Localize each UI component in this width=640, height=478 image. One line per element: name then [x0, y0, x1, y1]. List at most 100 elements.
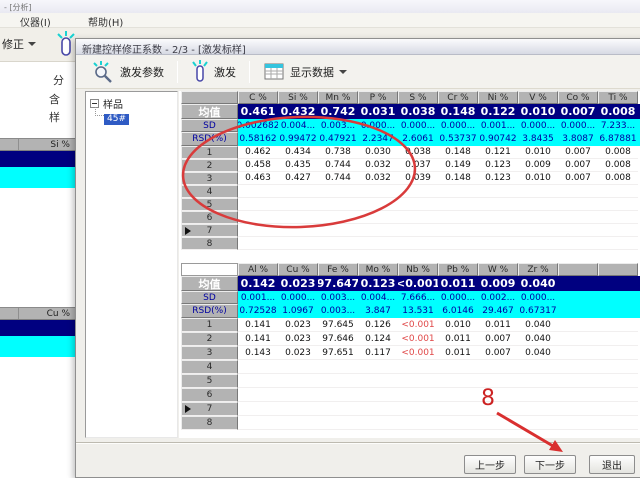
- row-header[interactable]: 6: [181, 211, 238, 224]
- data-cell[interactable]: 0.011: [438, 332, 478, 346]
- data-cell[interactable]: [558, 198, 598, 211]
- row-header-sd[interactable]: SD: [181, 119, 238, 132]
- data-cell[interactable]: [278, 237, 318, 250]
- column-header[interactable]: W %: [478, 263, 518, 276]
- column-header[interactable]: P %: [358, 91, 398, 104]
- row-header-rsd[interactable]: RSD(%): [181, 304, 238, 318]
- data-cell[interactable]: [438, 211, 478, 224]
- data-cell[interactable]: [238, 185, 278, 198]
- data-cell[interactable]: [478, 185, 518, 198]
- data-cell[interactable]: [398, 402, 438, 416]
- data-cell[interactable]: [438, 374, 478, 388]
- data-cell[interactable]: [358, 388, 398, 402]
- data-cell[interactable]: [518, 198, 558, 211]
- row-header[interactable]: 2: [181, 332, 238, 346]
- data-cell[interactable]: 0.117: [358, 346, 398, 360]
- data-cell[interactable]: [278, 416, 318, 430]
- dialog-titlebar[interactable]: 新建控样修正系数 - 2/3 - [激发标样]: [76, 39, 640, 55]
- data-cell[interactable]: 0.435: [278, 159, 318, 172]
- data-cell[interactable]: [438, 198, 478, 211]
- data-cell[interactable]: [398, 198, 438, 211]
- data-cell[interactable]: [518, 237, 558, 250]
- data-cell[interactable]: [438, 185, 478, 198]
- row-header[interactable]: 5: [181, 374, 238, 388]
- data-cell[interactable]: [558, 402, 598, 416]
- row-header[interactable]: 7: [181, 402, 238, 416]
- row-header[interactable]: 3: [181, 172, 238, 185]
- data-cell[interactable]: [478, 374, 518, 388]
- data-cell[interactable]: [558, 388, 598, 402]
- data-cell[interactable]: 0.007: [558, 159, 598, 172]
- row-header[interactable]: 4: [181, 360, 238, 374]
- data-cell[interactable]: [478, 360, 518, 374]
- data-cell[interactable]: [598, 360, 638, 374]
- data-cell[interactable]: [598, 374, 638, 388]
- data-cell[interactable]: [558, 185, 598, 198]
- row-header[interactable]: 5: [181, 198, 238, 211]
- data-cell[interactable]: [238, 360, 278, 374]
- data-cell[interactable]: 0.123: [478, 172, 518, 185]
- column-header[interactable]: Zr %: [518, 263, 558, 276]
- correction-dropdown-button[interactable]: 修正: [2, 36, 36, 52]
- excite-params-button[interactable]: 激发参数: [86, 57, 171, 87]
- data-cell[interactable]: [598, 224, 638, 237]
- data-cell[interactable]: [238, 211, 278, 224]
- data-cell[interactable]: [398, 388, 438, 402]
- data-cell[interactable]: [318, 360, 358, 374]
- row-header[interactable]: 1: [181, 318, 238, 332]
- column-header[interactable]: [598, 263, 638, 276]
- data-cell[interactable]: [318, 416, 358, 430]
- data-cell[interactable]: [478, 416, 518, 430]
- data-cell[interactable]: [558, 360, 598, 374]
- data-cell[interactable]: [358, 360, 398, 374]
- data-cell[interactable]: 0.738: [318, 146, 358, 159]
- column-header[interactable]: V %: [518, 91, 558, 104]
- data-cell[interactable]: 0.427: [278, 172, 318, 185]
- column-header[interactable]: Cu %: [278, 263, 318, 276]
- row-header[interactable]: 1: [181, 146, 238, 159]
- column-header[interactable]: S %: [398, 91, 438, 104]
- column-header[interactable]: Al %: [238, 263, 278, 276]
- column-header[interactable]: C %: [238, 91, 278, 104]
- data-cell[interactable]: 0.126: [358, 318, 398, 332]
- data-cell[interactable]: [398, 185, 438, 198]
- excite-toolbar-button[interactable]: [55, 31, 77, 63]
- column-header[interactable]: Co %: [558, 91, 598, 104]
- previous-step-button[interactable]: 上一步: [464, 455, 516, 474]
- data-cell[interactable]: [598, 318, 638, 332]
- row-header-mean[interactable]: 均值: [181, 276, 238, 291]
- row-header[interactable]: 3: [181, 346, 238, 360]
- data-cell[interactable]: 0.007: [478, 332, 518, 346]
- data-cell[interactable]: 0.121: [478, 146, 518, 159]
- data-cell[interactable]: 0.008: [598, 146, 638, 159]
- data-cell[interactable]: 0.434: [278, 146, 318, 159]
- data-cell[interactable]: [598, 185, 638, 198]
- data-cell[interactable]: [518, 388, 558, 402]
- data-cell[interactable]: 0.149: [438, 159, 478, 172]
- data-cell[interactable]: 0.010: [438, 318, 478, 332]
- data-cell[interactable]: 0.009: [518, 159, 558, 172]
- data-cell[interactable]: [358, 237, 398, 250]
- data-cell[interactable]: [398, 416, 438, 430]
- data-cell[interactable]: 0.458: [238, 159, 278, 172]
- data-cell[interactable]: 97.645: [318, 318, 358, 332]
- data-cell[interactable]: [438, 224, 478, 237]
- data-cell[interactable]: [398, 211, 438, 224]
- data-cell[interactable]: [558, 211, 598, 224]
- data-cell[interactable]: [438, 237, 478, 250]
- data-cell[interactable]: [438, 402, 478, 416]
- data-cell[interactable]: 97.651: [318, 346, 358, 360]
- data-cell[interactable]: [318, 185, 358, 198]
- data-cell[interactable]: 0.008: [598, 159, 638, 172]
- data-cell[interactable]: [398, 360, 438, 374]
- data-cell[interactable]: [478, 224, 518, 237]
- data-cell[interactable]: [598, 332, 638, 346]
- data-cell[interactable]: [398, 224, 438, 237]
- data-cell[interactable]: [518, 402, 558, 416]
- data-cell[interactable]: [238, 198, 278, 211]
- data-cell[interactable]: 0.124: [358, 332, 398, 346]
- row-header[interactable]: 8: [181, 237, 238, 250]
- data-cell[interactable]: 0.744: [318, 172, 358, 185]
- data-cell[interactable]: [318, 224, 358, 237]
- column-header[interactable]: Mn %: [318, 91, 358, 104]
